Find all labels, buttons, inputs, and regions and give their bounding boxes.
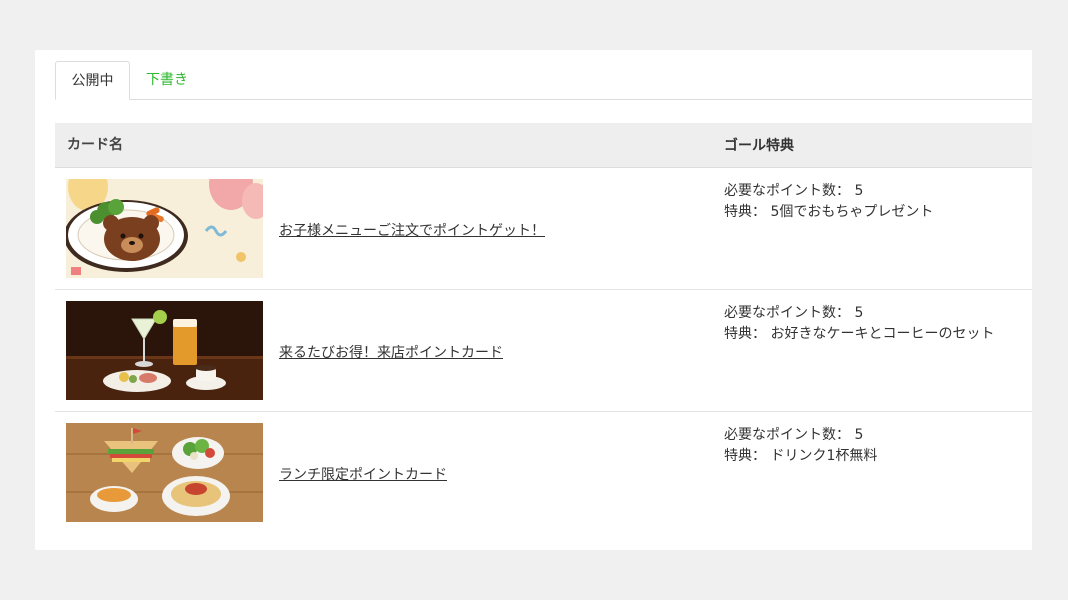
points-label: 必要なポイント数：	[724, 305, 850, 321]
kids-meal-bear-image[interactable]	[66, 179, 263, 278]
lunch-set-image[interactable]	[66, 423, 263, 522]
points-value: 5	[854, 305, 864, 321]
column-header-card-name: カード名	[67, 137, 123, 153]
points-label: 必要なポイント数：	[724, 183, 850, 199]
benefit-label: 特典：	[724, 204, 766, 220]
column-header-reward: ゴール特典	[724, 138, 794, 154]
reward-info: 必要なポイント数： 5 特典： ドリンク1杯無料	[724, 425, 877, 467]
tab-draft[interactable]: 下書き	[130, 61, 204, 99]
reward-info: 必要なポイント数： 5 特典： 5個でおもちゃプレゼント	[724, 181, 933, 223]
point-card-table: カード名 ゴール特典 お子様メニューご注文でポイントゲット！ 必要なポイント数：…	[55, 123, 1032, 533]
points-value: 5	[854, 427, 864, 443]
table-header: カード名 ゴール特典	[55, 123, 1032, 168]
table-row: ランチ限定ポイントカード 必要なポイント数： 5 特典： ドリンク1杯無料	[55, 412, 1032, 533]
card-name-link[interactable]: 来るたびお得！来店ポイントカード	[279, 342, 503, 362]
status-tabs: 公開中 下書き	[55, 61, 1032, 100]
table-row: 来るたびお得！来店ポイントカード 必要なポイント数： 5 特典： お好きなケーキ…	[55, 290, 1032, 412]
benefit-label: 特典：	[724, 326, 766, 342]
content-panel: 公開中 下書き カード名 ゴール特典 お子様メニューご注文でポイントゲット！ 必…	[35, 50, 1032, 550]
bar-drinks-image[interactable]	[66, 301, 263, 400]
benefit-label: 特典：	[724, 448, 766, 464]
reward-info: 必要なポイント数： 5 特典： お好きなケーキとコーヒーのセット	[724, 303, 994, 345]
benefit-value: 5個でおもちゃプレゼント	[770, 204, 934, 220]
points-label: 必要なポイント数：	[724, 427, 850, 443]
benefit-value: ドリンク1杯無料	[770, 448, 878, 464]
points-value: 5	[854, 183, 864, 199]
benefit-value: お好きなケーキとコーヒーのセット	[770, 326, 995, 342]
card-name-link[interactable]: ランチ限定ポイントカード	[279, 464, 447, 484]
tab-published[interactable]: 公開中	[55, 61, 130, 100]
card-name-link[interactable]: お子様メニューご注文でポイントゲット！	[279, 220, 545, 240]
table-row: お子様メニューご注文でポイントゲット！ 必要なポイント数： 5 特典： 5個でお…	[55, 168, 1032, 290]
